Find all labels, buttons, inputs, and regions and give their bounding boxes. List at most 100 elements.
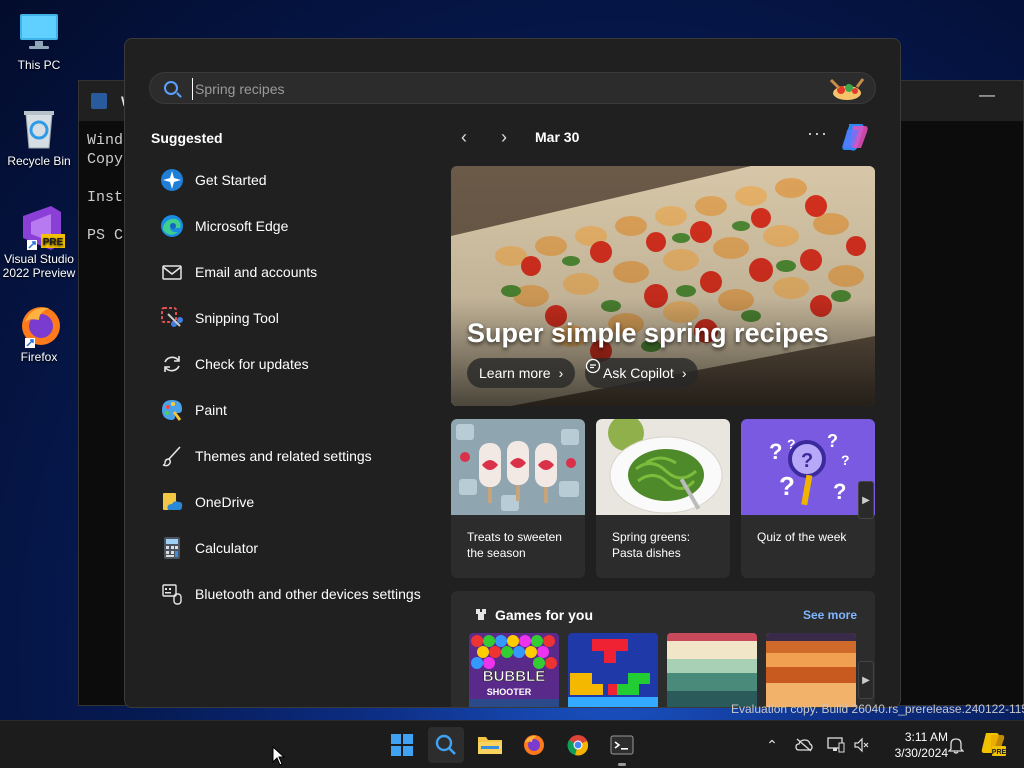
suggested-item-paint[interactable]: Paint bbox=[147, 387, 437, 433]
search-icon bbox=[435, 734, 456, 755]
calculator-icon bbox=[159, 535, 185, 561]
game-tile-landscape[interactable] bbox=[667, 633, 757, 707]
card-caption-line: the season bbox=[467, 546, 526, 560]
desktop-icon-label: Firefox bbox=[20, 350, 58, 364]
suggested-item-email-accounts[interactable]: Email and accounts bbox=[147, 249, 437, 295]
suggested-item-bluetooth-devices[interactable]: Bluetooth and other devices settings bbox=[147, 571, 437, 617]
show-hidden-icons-icon[interactable]: ⌃ bbox=[762, 735, 782, 755]
powershell-icon bbox=[91, 93, 107, 109]
desktop-icon-this-pc[interactable]: This PC bbox=[1, 10, 77, 72]
suggested-item-label: Get Started bbox=[195, 172, 267, 188]
desktop-icon-label: This PC bbox=[17, 58, 61, 72]
card-caption-line: Pasta dishes bbox=[612, 546, 681, 560]
brush-icon bbox=[159, 443, 185, 469]
previous-arrow-icon[interactable]: ‹ bbox=[461, 127, 467, 148]
next-arrow-icon[interactable]: › bbox=[501, 127, 507, 148]
suggested-item-themes-settings[interactable]: Themes and related settings bbox=[147, 433, 437, 479]
suggested-item-label: Themes and related settings bbox=[195, 448, 372, 464]
suggested-item-label: Bluetooth and other devices settings bbox=[195, 586, 421, 602]
card-caption: Quiz of the week bbox=[741, 515, 875, 559]
suggested-item-onedrive[interactable]: OneDrive bbox=[147, 479, 437, 525]
network-icon[interactable] bbox=[826, 735, 846, 755]
notification-bell-icon[interactable] bbox=[946, 735, 966, 755]
svg-text:?: ? bbox=[827, 431, 838, 451]
copilot-preview-icon[interactable]: PRE bbox=[980, 731, 1006, 757]
card-quiz[interactable]: ??? ??? ? Quiz of the week bbox=[741, 419, 875, 578]
desktop-icon-recycle-bin[interactable]: Recycle Bin bbox=[1, 106, 77, 168]
search-box[interactable] bbox=[149, 72, 876, 104]
system-clock[interactable]: 3:11 AM 3/30/2024 bbox=[878, 729, 948, 761]
terminal-icon bbox=[610, 735, 634, 755]
desktop-icon-visual-studio[interactable]: PRE Visual Studio 2022 Preview bbox=[1, 204, 77, 280]
taskbar-search-button[interactable] bbox=[428, 727, 464, 763]
suggested-item-label: Paint bbox=[195, 402, 227, 418]
game-tile-block-puzzle[interactable] bbox=[568, 633, 658, 707]
search-input[interactable] bbox=[192, 78, 792, 100]
ask-copilot-button[interactable]: Ask Copilot › bbox=[585, 358, 699, 388]
game-tile-sunset[interactable] bbox=[766, 633, 856, 707]
file-explorer-button[interactable] bbox=[472, 727, 508, 763]
learn-more-button[interactable]: Learn more › bbox=[467, 358, 576, 388]
more-options-icon[interactable]: ··· bbox=[807, 123, 828, 144]
search-icon bbox=[164, 81, 178, 95]
clock-time: 3:11 AM bbox=[904, 730, 948, 744]
card-caption-line: Spring greens: bbox=[612, 530, 691, 544]
suggested-heading: Suggested bbox=[151, 130, 223, 146]
desktop-icon-label: Visual Studio 2022 Preview bbox=[2, 252, 76, 280]
suggested-item-label: Email and accounts bbox=[195, 264, 318, 280]
devices-icon bbox=[159, 581, 185, 607]
game-tile-bubble-shooter[interactable]: BUBBLE SHOOTER bbox=[469, 633, 559, 707]
onedrive-icon bbox=[159, 489, 185, 515]
svg-text:PRE: PRE bbox=[992, 749, 1006, 756]
start-button[interactable] bbox=[384, 727, 420, 763]
popsicles-image bbox=[451, 419, 585, 515]
cards-scroll-right-icon[interactable]: ▶ bbox=[858, 481, 874, 519]
card-caption-line: Treats to sweeten bbox=[467, 530, 562, 544]
svg-text:?: ? bbox=[779, 471, 795, 501]
learn-more-label: Learn more bbox=[479, 365, 551, 381]
suggested-item-check-for-updates[interactable]: Check for updates bbox=[147, 341, 437, 387]
see-more-link[interactable]: See more bbox=[803, 608, 857, 622]
copilot-icon[interactable] bbox=[839, 122, 871, 152]
games-scroll-right-icon[interactable]: ▶ bbox=[858, 661, 874, 699]
card-treats[interactable]: Treats to sweeten the season bbox=[451, 419, 585, 578]
terminal-taskbar-button[interactable] bbox=[604, 727, 640, 766]
card-spring-greens[interactable]: Spring greens: Pasta dishes bbox=[596, 419, 730, 578]
suggested-item-microsoft-edge[interactable]: Microsoft Edge bbox=[147, 203, 437, 249]
search-highlight-food-icon[interactable] bbox=[827, 76, 867, 102]
suggested-item-snipping-tool[interactable]: Snipping Tool bbox=[147, 295, 437, 341]
highlights-date: Mar 30 bbox=[535, 129, 580, 145]
chrome-icon bbox=[567, 735, 589, 756]
hero-card[interactable]: Super simple spring recipes Learn more ›… bbox=[451, 166, 875, 406]
chevron-right-icon: › bbox=[681, 365, 687, 381]
card-caption: Spring greens: Pasta dishes bbox=[596, 515, 730, 575]
suggested-item-label: Microsoft Edge bbox=[195, 218, 289, 234]
clock-date: 3/30/2024 bbox=[894, 746, 948, 760]
suggested-item-label: Calculator bbox=[195, 540, 259, 556]
suggested-item-get-started[interactable]: Get Started bbox=[147, 157, 437, 203]
hero-title: Super simple spring recipes bbox=[467, 318, 829, 348]
firefox-taskbar-button[interactable] bbox=[516, 727, 552, 763]
svg-text:?: ? bbox=[841, 452, 850, 468]
folder-icon bbox=[478, 737, 502, 754]
card-caption: Treats to sweeten the season bbox=[451, 515, 585, 575]
svg-text:?: ? bbox=[769, 439, 782, 464]
monitor-icon bbox=[17, 10, 61, 54]
chevron-right-icon: › bbox=[558, 365, 564, 381]
desktop-icon-firefox[interactable]: Firefox bbox=[1, 302, 77, 364]
mouse-cursor-icon bbox=[272, 746, 286, 766]
firefox-icon bbox=[524, 735, 544, 755]
get-started-icon bbox=[159, 167, 185, 193]
quiz-image: ??? ??? ? bbox=[741, 419, 875, 515]
edge-icon bbox=[159, 213, 185, 239]
pasta-image bbox=[596, 419, 730, 515]
suggested-item-calculator[interactable]: Calculator bbox=[147, 525, 437, 571]
chrome-taskbar-button[interactable] bbox=[560, 727, 596, 763]
windows-logo-icon bbox=[391, 734, 413, 756]
onedrive-offline-icon[interactable] bbox=[794, 735, 814, 755]
minimize-icon[interactable]: — bbox=[979, 87, 995, 105]
games-heading: Games for you bbox=[495, 607, 594, 623]
paint-icon bbox=[159, 397, 185, 423]
volume-muted-icon[interactable] bbox=[852, 735, 872, 755]
taskbar: ⌃ 3:11 AM 3/30/2024 PRE bbox=[0, 720, 1024, 768]
